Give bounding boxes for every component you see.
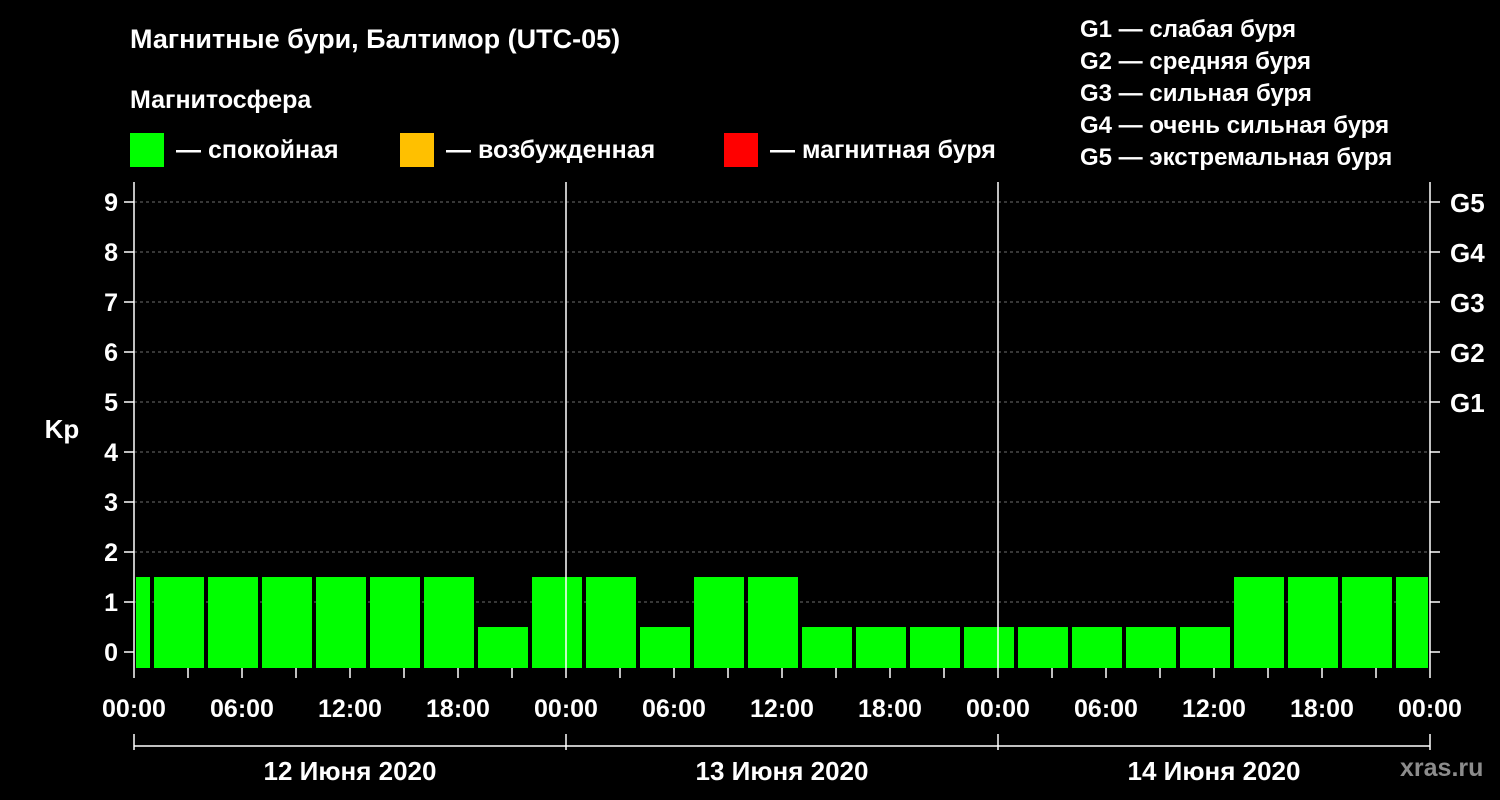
- watermark: xras.ru: [1400, 754, 1484, 782]
- x-tick-label: 06:00: [210, 695, 274, 723]
- day-label: 14 Июня 2020: [1128, 756, 1301, 786]
- day-label: 13 Июня 2020: [696, 756, 869, 786]
- kp-bar: [964, 627, 1014, 668]
- kp-bar: [640, 627, 690, 668]
- kp-bar: [748, 577, 798, 668]
- y-axis-title: Kp: [45, 414, 80, 444]
- kp-bar: [262, 577, 312, 668]
- x-tick-label: 18:00: [426, 695, 490, 723]
- y-tick-label: 3: [104, 489, 118, 517]
- kp-bar: [1234, 577, 1284, 668]
- y-tick-label: 8: [104, 239, 118, 267]
- kp-bar: [1396, 577, 1428, 668]
- x-tick-label: 00:00: [1398, 695, 1462, 723]
- kp-bar: [136, 577, 150, 668]
- kp-bar: [1072, 627, 1122, 668]
- y-tick-label: 5: [104, 389, 118, 417]
- kp-bar: [694, 577, 744, 668]
- kp-bar: [802, 627, 852, 668]
- storm-level-label: G3: [1450, 288, 1485, 318]
- kp-bar: [370, 577, 420, 668]
- kp-bar: [1018, 627, 1068, 668]
- y-tick-label: 6: [104, 339, 118, 367]
- x-tick-label: 00:00: [966, 695, 1030, 723]
- y-tick-label: 0: [104, 639, 118, 667]
- storm-level-label: G1: [1450, 388, 1485, 418]
- x-tick-label: 12:00: [750, 695, 814, 723]
- x-tick-label: 00:00: [102, 695, 166, 723]
- storm-level-label: G2: [1450, 338, 1485, 368]
- kp-bar: [1342, 577, 1392, 668]
- y-tick-label: 7: [104, 289, 118, 317]
- kp-bar: [154, 577, 204, 668]
- storm-level-label: G4: [1450, 238, 1485, 268]
- x-tick-label: 06:00: [1074, 695, 1138, 723]
- x-tick-label: 12:00: [1182, 695, 1246, 723]
- y-tick-label: 2: [104, 539, 118, 567]
- y-tick-label: 1: [104, 589, 118, 617]
- kp-bar: [910, 627, 960, 668]
- x-tick-label: 18:00: [1290, 695, 1354, 723]
- y-tick-label: 4: [104, 439, 118, 467]
- kp-bar: [532, 577, 582, 668]
- kp-bar: [586, 577, 636, 668]
- storm-level-label: G5: [1450, 188, 1485, 218]
- kp-bar: [208, 577, 258, 668]
- kp-bar: [1126, 627, 1176, 668]
- kp-bar: [1180, 627, 1230, 668]
- kp-bar: [316, 577, 366, 668]
- kp-bar: [856, 627, 906, 668]
- x-tick-label: 18:00: [858, 695, 922, 723]
- x-tick-label: 12:00: [318, 695, 382, 723]
- day-label: 12 Июня 2020: [264, 756, 437, 786]
- x-tick-label: 06:00: [642, 695, 706, 723]
- y-tick-label: 9: [104, 189, 118, 217]
- kp-bar: [1288, 577, 1338, 668]
- kp-bar: [478, 627, 528, 668]
- kp-chart: 0 1 2 3 4 5 6 7 8 9 G1 G2 G3 G4 G5 Kp 00:00 06:00 12:00 18:…: [45, 182, 1485, 786]
- kp-bar: [424, 577, 474, 668]
- x-tick-label: 00:00: [534, 695, 598, 723]
